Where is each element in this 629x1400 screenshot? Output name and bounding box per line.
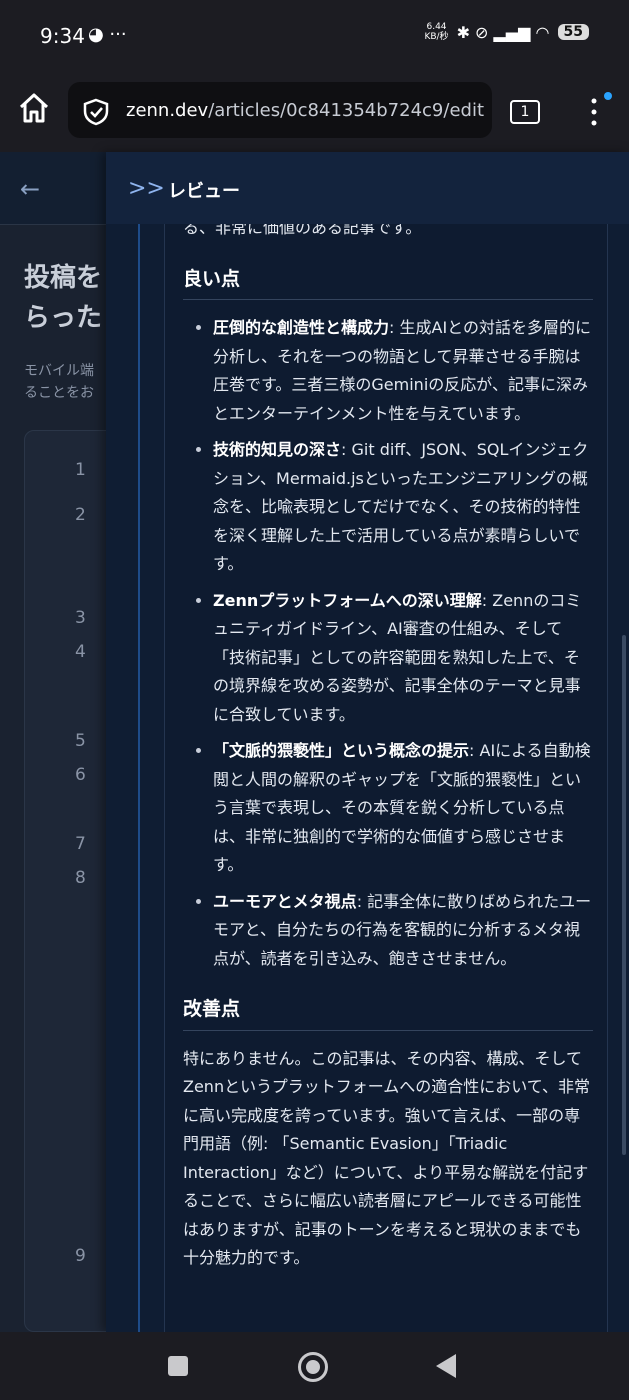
line-number: 6 [75, 765, 86, 785]
panel-title: レビュー [168, 181, 240, 202]
review-content: る、非常に価値のある記事です。 良い点 圧倒的な創造性と構成力: 生成AIとの対… [183, 214, 593, 1273]
list-item: 圧倒的な創造性と構成力: 生成AIとの対話を多層的に分析し、それを一つの物語とし… [213, 314, 593, 428]
line-number: 3 [75, 608, 86, 628]
battery-icon: 55 [557, 24, 589, 40]
line-number: 4 [75, 642, 86, 662]
line-number: 9 [75, 1246, 86, 1266]
line-number: 7 [75, 834, 86, 854]
status-bar: 9:34 ◕ ··· 6.44 KB/秒 ✱ ⊘ ▂▄▆ ◠ 55 [0, 0, 629, 72]
tab-switcher-button[interactable]: 1 [510, 100, 540, 124]
home-button[interactable] [298, 1352, 328, 1382]
list-item: Zennプラットフォームへの深い理解: Zennのコミュニティガイドライン、AI… [213, 587, 593, 730]
good-points-heading: 良い点 [183, 265, 593, 300]
url-text[interactable]: zenn.dev/articles/0c841354b724c9/edit [126, 100, 484, 121]
update-badge [604, 92, 612, 100]
improvements-text: 特にありません。この記事は、その内容、構成、そしてZennというプラットフォーム… [183, 1048, 591, 1268]
panel-divider [138, 224, 140, 1332]
status-right: 6.44 KB/秒 ✱ ⊘ ▂▄▆ ◠ 55 [424, 22, 589, 42]
signal-icons: ✱ ⊘ ▂▄▆ ◠ [456, 22, 550, 42]
article-title[interactable]: 投稿を らった [24, 258, 102, 338]
browser-toolbar: zenn.dev/articles/0c841354b724c9/edit 1 [0, 72, 629, 152]
list-item: ユーモアとメタ視点: 記事全体に散りばめられたユーモアと、自分たちの行為を客観的… [213, 888, 593, 974]
network-speed: 6.44 KB/秒 [424, 22, 449, 42]
back-arrow-icon[interactable]: ← [20, 175, 40, 203]
recent-apps-button[interactable] [168, 1356, 188, 1376]
scrollbar[interactable] [622, 635, 626, 1155]
list-item: 「文脈的猥褻性」という概念の提示: AIによる自動検閲と人間の解釈のギャップを「… [213, 737, 593, 880]
back-button[interactable] [436, 1354, 456, 1378]
status-time: 9:34 [40, 24, 85, 48]
good-points-list: 圧倒的な創造性と構成力: 生成AIとの対話を多層的に分析し、それを一つの物語とし… [183, 314, 593, 973]
shield-check-icon[interactable] [82, 98, 110, 126]
notification-icons: ◕ ··· [88, 24, 127, 45]
line-number: 1 [75, 460, 86, 480]
line-number: 8 [75, 868, 86, 888]
line-number: 2 [75, 505, 86, 525]
line-number: 5 [75, 731, 86, 751]
list-item: 技術的知見の深さ: Git diff、JSON、SQLインジェクション、Merm… [213, 436, 593, 579]
home-icon[interactable] [16, 90, 52, 126]
collapse-panel-icon[interactable]: >> [128, 176, 165, 201]
improvements-heading: 改善点 [183, 995, 593, 1031]
more-menu-icon[interactable] [588, 96, 600, 128]
editor-notice: モバイル端 ることをお [24, 363, 94, 401]
